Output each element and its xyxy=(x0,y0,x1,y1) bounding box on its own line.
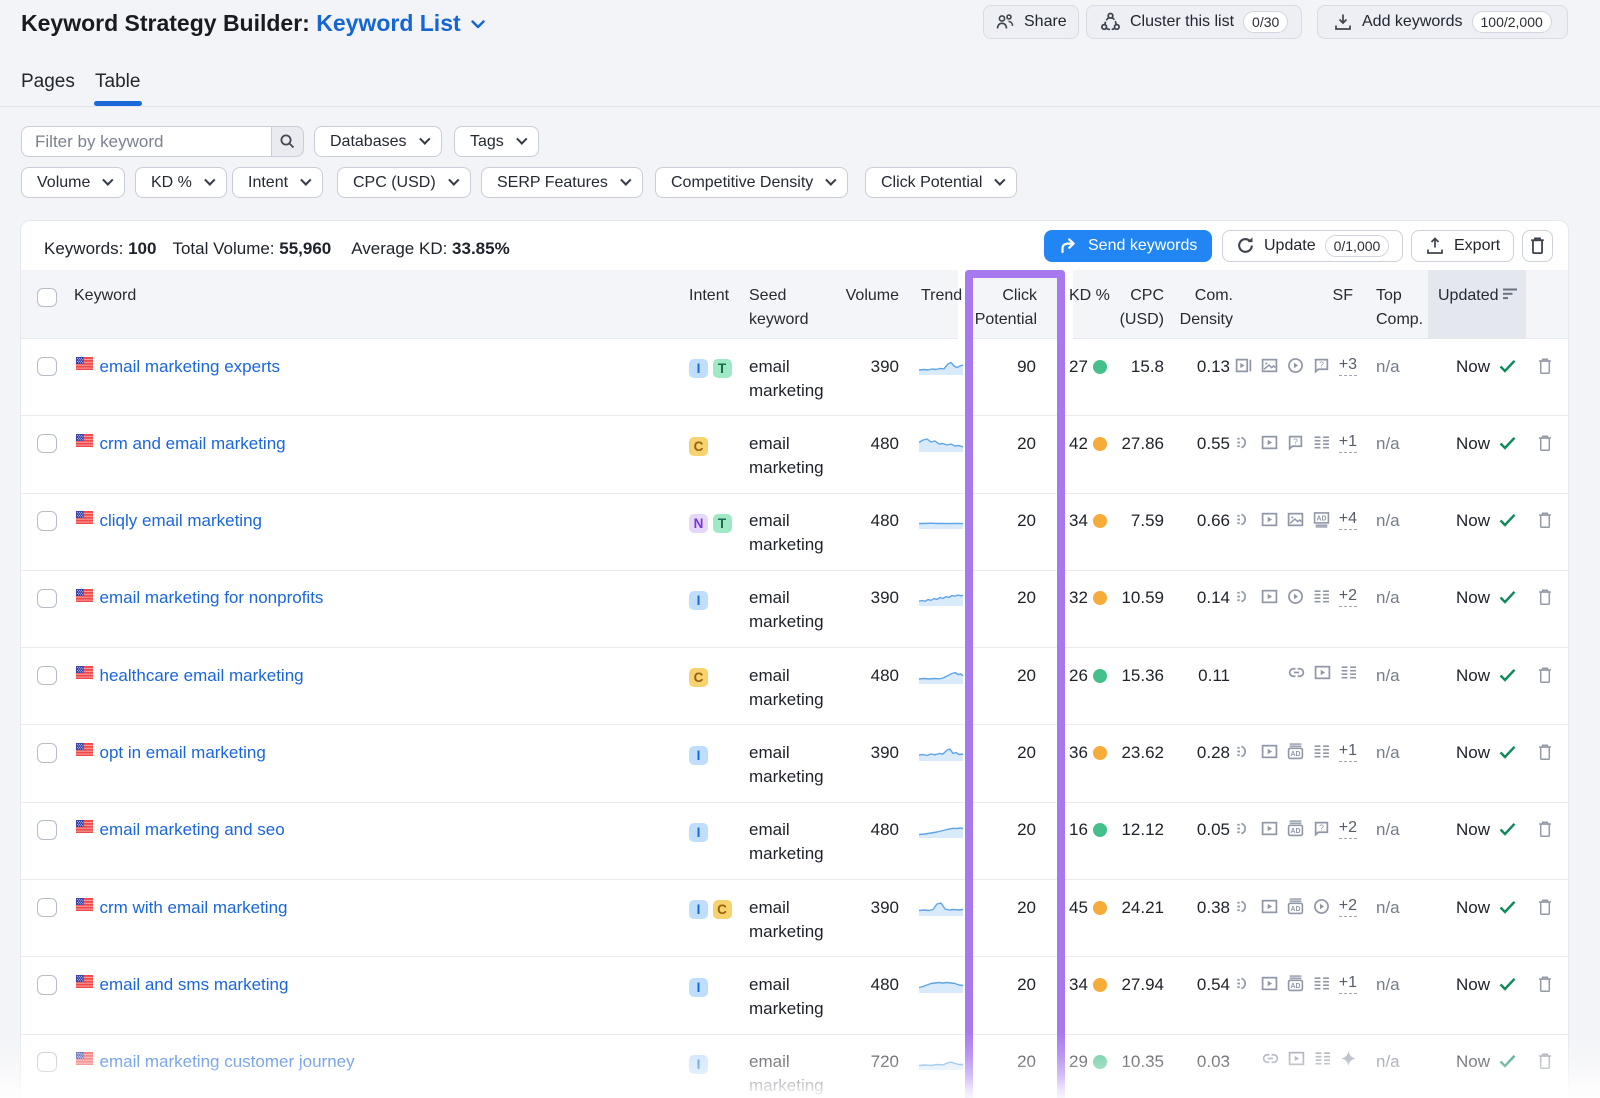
svg-text:AD: AD xyxy=(1290,983,1300,990)
svg-text:AD: AD xyxy=(1290,905,1300,912)
svg-text:AD: AD xyxy=(1316,516,1326,523)
svg-text:?: ? xyxy=(1319,359,1324,369)
svg-text:AD: AD xyxy=(1290,828,1300,835)
svg-text:?: ? xyxy=(1293,436,1298,446)
svg-text:?: ? xyxy=(1319,823,1324,833)
svg-text:AD: AD xyxy=(1290,751,1300,758)
